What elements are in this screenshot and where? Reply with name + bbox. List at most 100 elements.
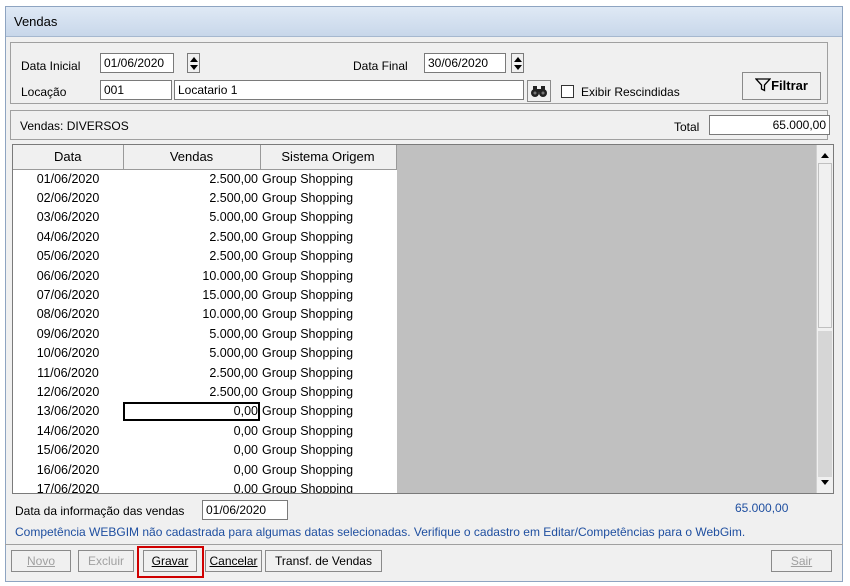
cell-data[interactable]: 02/06/2020 bbox=[13, 188, 123, 207]
cell-data[interactable]: 08/06/2020 bbox=[13, 305, 123, 324]
table-row[interactable]: 08/06/2020 10.000,00 Group Shopping bbox=[13, 305, 396, 324]
cell-vendas[interactable]: 2.500,00 bbox=[123, 227, 260, 246]
cell-data[interactable]: 03/06/2020 bbox=[13, 208, 123, 227]
cell-vendas[interactable]: 2.500,00 bbox=[123, 363, 260, 382]
cell-sistema-origem[interactable]: Group Shopping bbox=[260, 421, 396, 440]
col-header-vendas[interactable]: Vendas bbox=[123, 145, 261, 170]
table-row[interactable]: 13/06/2020 0,00 Group Shopping bbox=[13, 401, 396, 422]
cell-data[interactable]: 06/06/2020 bbox=[13, 266, 123, 285]
table-row[interactable]: 01/06/2020 2.500,00 Group Shopping bbox=[13, 169, 396, 188]
cell-sistema-origem[interactable]: Group Shopping bbox=[260, 402, 396, 421]
search-locacao-button[interactable] bbox=[527, 80, 551, 102]
locacao-code-input[interactable]: 001 bbox=[100, 80, 172, 100]
table-row[interactable]: 16/06/2020 0,00 Group Shopping bbox=[13, 460, 396, 479]
cell-vendas[interactable]: 5.000,00 bbox=[123, 208, 260, 227]
cell-vendas[interactable]: 0,00 bbox=[123, 401, 260, 422]
cell-vendas[interactable]: 10.000,00 bbox=[123, 266, 260, 285]
transf-vendas-button[interactable]: Transf. de Vendas bbox=[265, 550, 382, 572]
table-row[interactable]: 17/06/2020 0,00 Group Shopping bbox=[13, 479, 396, 493]
cell-data[interactable]: 09/06/2020 bbox=[13, 324, 123, 343]
sair-button[interactable]: Sair bbox=[771, 550, 832, 572]
table-row[interactable]: 02/06/2020 2.500,00 Group Shopping bbox=[13, 188, 396, 207]
scroll-up-arrow-icon[interactable] bbox=[821, 153, 829, 158]
table-row[interactable]: 05/06/2020 2.500,00 Group Shopping bbox=[13, 247, 396, 266]
cell-data[interactable]: 13/06/2020 bbox=[13, 402, 123, 421]
cell-sistema-origem[interactable]: Group Shopping bbox=[260, 208, 396, 227]
scroll-thumb[interactable] bbox=[818, 163, 832, 328]
cell-vendas[interactable]: 2.500,00 bbox=[123, 247, 260, 266]
data-inicial-input[interactable]: 01/06/2020 bbox=[100, 53, 174, 73]
cell-sistema-origem[interactable]: Group Shopping bbox=[260, 460, 396, 479]
cell-sistema-origem[interactable]: Group Shopping bbox=[260, 169, 396, 188]
cell-sistema-origem[interactable]: Group Shopping bbox=[260, 227, 396, 246]
cell-data[interactable]: 11/06/2020 bbox=[13, 363, 123, 382]
cell-sistema-origem[interactable]: Group Shopping bbox=[260, 382, 396, 401]
cell-vendas[interactable]: 2.500,00 bbox=[123, 382, 260, 401]
table-row[interactable]: 07/06/2020 15.000,00 Group Shopping bbox=[13, 285, 396, 304]
gravar-button[interactable]: Gravar bbox=[143, 550, 197, 572]
filtrar-button[interactable]: Filtrar bbox=[742, 72, 821, 100]
table-row[interactable]: 10/06/2020 5.000,00 Group Shopping bbox=[13, 344, 396, 363]
cell-data[interactable]: 15/06/2020 bbox=[13, 440, 123, 459]
table-row[interactable]: 03/06/2020 5.000,00 Group Shopping bbox=[13, 208, 396, 227]
cell-vendas[interactable]: 15.000,00 bbox=[123, 285, 260, 304]
cell-vendas[interactable]: 0,00 bbox=[123, 460, 260, 479]
table-row[interactable]: 14/06/2020 0,00 Group Shopping bbox=[13, 421, 396, 440]
cell-sistema-origem[interactable]: Group Shopping bbox=[260, 285, 396, 304]
excluir-button[interactable]: Excluir bbox=[78, 550, 134, 572]
cell-sistema-origem[interactable]: Group Shopping bbox=[260, 247, 396, 266]
cell-sistema-origem[interactable]: Group Shopping bbox=[260, 440, 396, 459]
table-row[interactable]: 12/06/2020 2.500,00 Group Shopping bbox=[13, 382, 396, 401]
cell-sistema-origem[interactable]: Group Shopping bbox=[260, 344, 396, 363]
cell-data[interactable]: 04/06/2020 bbox=[13, 227, 123, 246]
data-inicial-spinner[interactable] bbox=[187, 53, 200, 73]
cell-vendas[interactable]: 5.000,00 bbox=[123, 344, 260, 363]
table-row[interactable]: 06/06/2020 10.000,00 Group Shopping bbox=[13, 266, 396, 285]
cell-data[interactable]: 07/06/2020 bbox=[13, 285, 123, 304]
cell-sistema-origem[interactable]: Group Shopping bbox=[260, 363, 396, 382]
cancelar-button[interactable]: Cancelar bbox=[205, 550, 262, 572]
table-row[interactable]: 04/06/2020 2.500,00 Group Shopping bbox=[13, 227, 396, 246]
filter-panel: Data Inicial 01/06/2020 Data Final 30/06… bbox=[10, 42, 828, 104]
cell-vendas[interactable]: 10.000,00 bbox=[123, 305, 260, 324]
table-row[interactable]: 09/06/2020 5.000,00 Group Shopping bbox=[13, 324, 396, 343]
cell-vendas[interactable]: 2.500,00 bbox=[123, 169, 260, 188]
cell-vendas[interactable]: 0,00 bbox=[123, 440, 260, 459]
warning-message: Competência WEBGIM não cadastrada para a… bbox=[15, 525, 746, 539]
cell-vendas[interactable]: 0,00 bbox=[123, 421, 260, 440]
scroll-down-arrow-icon[interactable] bbox=[821, 480, 829, 485]
excluir-label: Excluir bbox=[87, 554, 124, 568]
scroll-track[interactable] bbox=[818, 331, 832, 477]
cell-data[interactable]: 17/06/2020 bbox=[13, 479, 123, 493]
col-header-data[interactable]: Data bbox=[13, 145, 124, 170]
spin-down-icon bbox=[514, 65, 522, 70]
cell-data[interactable]: 14/06/2020 bbox=[13, 421, 123, 440]
vendas-grid[interactable]: Data Vendas Sistema Origem 01/06/2020 2.5… bbox=[12, 144, 834, 494]
cell-sistema-origem[interactable]: Group Shopping bbox=[260, 266, 396, 285]
exibir-rescindidas-label[interactable]: Exibir Rescindidas bbox=[581, 85, 680, 99]
cell-vendas[interactable]: 2.500,00 bbox=[123, 188, 260, 207]
data-final-input[interactable]: 30/06/2020 bbox=[424, 53, 506, 73]
cell-sistema-origem[interactable]: Group Shopping bbox=[260, 188, 396, 207]
cell-data[interactable]: 10/06/2020 bbox=[13, 344, 123, 363]
grid-vertical-scrollbar[interactable] bbox=[816, 145, 833, 493]
novo-button[interactable]: Novo bbox=[11, 550, 71, 572]
summary-bar: Vendas: DIVERSOS Total 65.000,00 bbox=[10, 110, 830, 140]
cell-vendas[interactable]: 0,00 bbox=[123, 479, 260, 493]
table-row[interactable]: 15/06/2020 0,00 Group Shopping bbox=[13, 440, 396, 459]
col-header-sistema-origem[interactable]: Sistema Origem bbox=[260, 145, 397, 170]
cell-sistema-origem[interactable]: Group Shopping bbox=[260, 324, 396, 343]
exibir-rescindidas-checkbox[interactable] bbox=[561, 85, 574, 98]
cell-data[interactable]: 05/06/2020 bbox=[13, 247, 123, 266]
cell-data[interactable]: 01/06/2020 bbox=[13, 169, 123, 188]
cell-data[interactable]: 12/06/2020 bbox=[13, 382, 123, 401]
novo-label: Novo bbox=[26, 554, 55, 568]
data-final-spinner[interactable] bbox=[511, 53, 524, 73]
cell-data[interactable]: 16/06/2020 bbox=[13, 460, 123, 479]
locacao-name-input[interactable]: Locatario 1 bbox=[174, 80, 524, 100]
cell-sistema-origem[interactable]: Group Shopping bbox=[260, 479, 396, 493]
table-row[interactable]: 11/06/2020 2.500,00 Group Shopping bbox=[13, 363, 396, 382]
cell-vendas[interactable]: 5.000,00 bbox=[123, 324, 260, 343]
cell-sistema-origem[interactable]: Group Shopping bbox=[260, 305, 396, 324]
data-info-input[interactable]: 01/06/2020 bbox=[202, 500, 288, 520]
